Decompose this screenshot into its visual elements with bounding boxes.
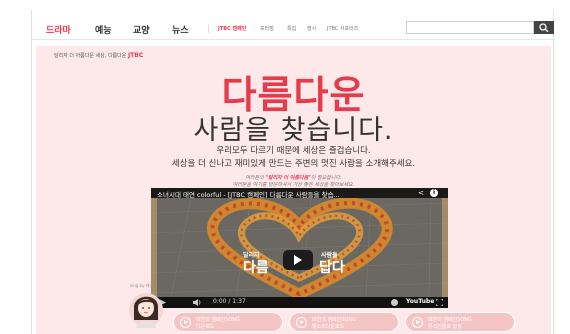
description-line-2: 세상을 더 신나고 재미있게 만드는 주변의 멋진 사람을 소개해주세요. — [171, 159, 416, 169]
search-icon — [539, 23, 549, 32]
volume-icon[interactable] — [193, 299, 202, 306]
coloring-setting-button[interactable]: 태연의 캠페인SONG 뮤직인클로 설정 — [405, 312, 515, 332]
nav-sub-campaign[interactable]: JTBC 캠페인 — [218, 25, 246, 32]
video-controls: 0:00 / 1:37 YouTube — [151, 297, 448, 308]
info-icon[interactable]: i — [430, 189, 438, 197]
play-circle-icon — [412, 317, 423, 328]
nav-item-culture[interactable]: 교양 — [133, 23, 150, 36]
nav-sub-portal[interactable]: 포터벌 — [260, 25, 274, 32]
panel-header: 달리자 더 아름다운 세상, 다름다운 JTBC — [54, 52, 143, 59]
search-input[interactable] — [406, 21, 534, 34]
caption-big-left: 다름 — [243, 260, 269, 276]
nav-item-news[interactable]: 뉴스 — [172, 23, 189, 36]
button-label: 태연의 캠페인SONG — [196, 317, 240, 323]
avatar-illustration — [129, 293, 163, 328]
play-icon — [294, 255, 302, 265]
play-button[interactable] — [283, 250, 313, 270]
panel-header-text: 달리자 더 아름다운 세상, 다름다운 — [54, 53, 127, 59]
jtbc-logo: JTBC — [127, 52, 144, 59]
fullscreen-icon[interactable] — [436, 299, 443, 306]
campaign-panel: 달리자 더 아름다운 세상, 다름다운 JTBC 다름다운 사람을 찾습니다. … — [36, 46, 551, 334]
video-title[interactable]: 소녀시대 태연 colorful - [JTBC 캠페인] 다름다운 사람들을 … — [157, 189, 340, 199]
play-circle-icon — [296, 317, 307, 328]
song-download-button[interactable]: 태연의 캠페인SONG 다운로드 — [173, 312, 283, 332]
video-player[interactable]: 소녀시대 태연 colorful - [JTBC 캠페인] 다름다운 사람들을 … — [151, 188, 448, 308]
button-sublabel: 다운로드 — [196, 324, 215, 330]
nav-sub-supporters[interactable]: JTBC 서포터즈 — [327, 25, 358, 32]
button-label: 태연의 캠페인SONG — [428, 317, 472, 323]
top-nav: 드라마 예능 교양 뉴스 JTBC 캠페인 포터벌 특집 행사 JTBC 서포터… — [32, 10, 555, 40]
button-sublabel: 뮤직인클로 설정 — [428, 324, 462, 330]
caption-big-right: 답다 — [319, 260, 345, 276]
handwritten-line-1: 여러분의 "달리자 더 아름다움"이 필요합니다. — [36, 174, 551, 181]
ringtone-download-button[interactable]: 태연의 캠페인SONG 벨소리다운로드 — [289, 312, 399, 332]
video-thumbnail — [151, 198, 448, 297]
handwritten-line-2: 여러분을 여기를 방문하셔서 가장 좋은 세상을 찾아보세요. — [232, 182, 355, 188]
video-title-bar: 소녀시대 태연 colorful - [JTBC 캠페인] 다름다운 사람들을 … — [151, 188, 448, 199]
share-icon[interactable]: < — [418, 189, 424, 197]
play-circle-icon — [180, 317, 191, 328]
page-frame: 드라마 예능 교양 뉴스 JTBC 캠페인 포터벌 특집 행사 JTBC 서포터… — [31, 10, 555, 334]
video-time: 0:00 / 1:37 — [213, 298, 246, 305]
description-line-1: 우리모두 다르기 때문에 세상은 즐겁습니다. — [216, 146, 371, 156]
nav-sub-event[interactable]: 행사 — [307, 25, 316, 32]
youtube-logo[interactable]: YouTube — [406, 298, 434, 305]
nav-divider — [208, 25, 209, 33]
button-sublabel: 벨소리다운로드 — [312, 324, 345, 330]
nav-item-drama[interactable]: 드라마 — [46, 23, 71, 36]
campaign-subtitle: 사람을 찾습니다. — [193, 115, 394, 146]
nav-sub-special[interactable]: 특집 — [287, 25, 296, 32]
nav-item-entertainment[interactable]: 예능 — [95, 23, 112, 36]
search-button[interactable] — [534, 21, 554, 34]
button-label: 태연의 캠페인SONG — [312, 317, 356, 323]
settings-gear-icon[interactable] — [391, 299, 398, 306]
